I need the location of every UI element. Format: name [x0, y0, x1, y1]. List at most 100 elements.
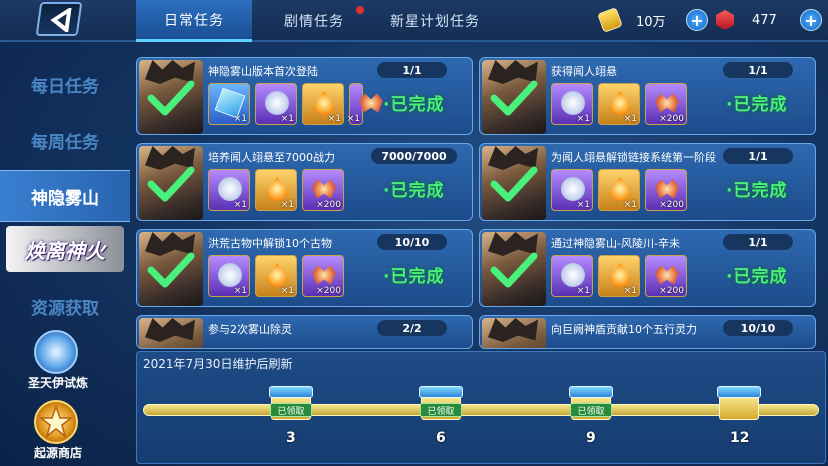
reward-item[interactable]: ×1: [208, 83, 250, 125]
reward-quantity: ×200: [659, 200, 684, 210]
reward-item[interactable]: ×1: [255, 169, 297, 211]
quest-card[interactable]: 神隐雾山版本首次登陆 1/1 ×1 ×1 ×1 ×1 ·已完成: [136, 57, 473, 135]
sidebar-item-shenyin[interactable]: 神隐雾山: [0, 170, 130, 222]
reward-item[interactable]: ×1: [551, 83, 593, 125]
notification-dot-icon: [356, 6, 364, 14]
gem-amount: 477: [752, 12, 777, 28]
trial-label: 圣天伊试炼: [27, 376, 88, 390]
back-button[interactable]: [35, 2, 83, 36]
checkmark-icon: [147, 252, 195, 288]
reward-item[interactable]: ×200: [302, 169, 344, 211]
reward-quantity: ×200: [316, 286, 341, 296]
sidebar-fire-label: 焕离神火: [25, 238, 105, 263]
sidebar-item-resources[interactable]: 资源获取: [0, 280, 130, 332]
add-gold-button[interactable]: +: [686, 9, 708, 31]
reward-item[interactable]: ×1: [598, 255, 640, 297]
reward-item[interactable]: ×1: [255, 83, 297, 125]
gem-currency: 477: [716, 6, 777, 34]
wing-icon: [655, 93, 679, 113]
flame-icon: [313, 91, 335, 115]
reward-item[interactable]: ×1: [346, 83, 383, 125]
quest-title: 洪荒古物中解锁10个古物: [208, 237, 332, 250]
reward-quantity: ×1: [346, 114, 360, 124]
refresh-date-text: 2021年7月30日维护后刷新: [143, 357, 293, 371]
hero-portrait: [482, 146, 546, 220]
flame-icon: [609, 91, 631, 115]
top-bar: 日常任务 剧情任务 新星计划任务 10万 + 477 +: [0, 0, 828, 42]
trial-icon[interactable]: [34, 330, 78, 374]
reward-item[interactable]: ×1: [598, 83, 640, 125]
checkmark-icon: [147, 166, 195, 202]
completed-status: ·已完成: [726, 181, 788, 201]
wing-icon: [655, 265, 679, 285]
tab-daily[interactable]: 日常任务: [136, 0, 252, 42]
hero-portrait: [139, 318, 203, 348]
quest-progress: 1/1: [377, 62, 447, 78]
reward-item[interactable]: ×1: [551, 169, 593, 211]
flame-icon: [266, 177, 288, 201]
quest-card[interactable]: 通过神隐雾山-风陵川-辛未 1/1 ×1 ×1 ×200 ·已完成: [479, 229, 816, 307]
sidebar-resources-label: 资源获取: [31, 298, 99, 319]
reward-quantity: ×1: [233, 286, 247, 296]
completed-status: ·已完成: [383, 95, 445, 115]
quest-progress: 2/2: [377, 320, 447, 336]
gold-amount: 10万: [636, 14, 666, 30]
quest-progress: 10/10: [377, 234, 447, 250]
quest-title: 为闻人翊悬解锁链接系统第一阶段: [551, 151, 716, 164]
reward-item[interactable]: ×1: [255, 255, 297, 297]
add-gem-button[interactable]: +: [800, 9, 822, 31]
sidebar-item-weekly[interactable]: 每周任务: [0, 114, 130, 166]
flower-icon: [265, 91, 289, 115]
gold-coin-icon: [597, 7, 623, 33]
claimed-badge: 已领取: [270, 403, 312, 417]
shop-icon[interactable]: [34, 400, 78, 444]
wing-icon: [359, 93, 383, 113]
tab-newstar-label: 新星计划任务: [390, 14, 480, 30]
completed-status: ·已完成: [726, 95, 788, 115]
reward-quantity: ×1: [280, 114, 294, 124]
quest-card[interactable]: 洪荒古物中解锁10个古物 10/10 ×1 ×1 ×200 ·已完成: [136, 229, 473, 307]
reward-item[interactable]: ×1: [598, 169, 640, 211]
reward-item[interactable]: ×200: [645, 169, 687, 211]
milestone-value: 12: [730, 430, 750, 446]
checkmark-icon: [490, 166, 538, 202]
quest-card[interactable]: 向巨阙神盾贡献10个五行灵力 10/10: [479, 315, 816, 349]
quest-card[interactable]: 培养闻人翊悬至7000战力 7000/7000 ×1 ×1 ×200 ·已完成: [136, 143, 473, 221]
shop-label: 起源商店: [33, 446, 82, 460]
reward-item[interactable]: ×200: [302, 255, 344, 297]
flower-icon: [218, 263, 242, 287]
reward-quantity: ×200: [659, 286, 684, 296]
reward-item[interactable]: ×1: [208, 169, 250, 211]
flame-icon: [609, 177, 631, 201]
reward-chest-icon[interactable]: [715, 386, 763, 422]
reward-quantity: ×1: [576, 200, 590, 210]
flame-icon: [266, 263, 288, 287]
reward-quantity: ×200: [659, 114, 684, 124]
tab-daily-label: 日常任务: [164, 12, 224, 29]
sidebar-item-fire[interactable]: 焕离神火: [6, 226, 124, 272]
quest-card[interactable]: 为闻人翊悬解锁链接系统第一阶段 1/1 ×1 ×1 ×200 ·已完成: [479, 143, 816, 221]
flower-icon: [561, 177, 585, 201]
star-icon: [38, 404, 74, 438]
reward-item[interactable]: ×200: [645, 255, 687, 297]
reward-quantity: ×1: [623, 114, 637, 124]
reward-quantity: ×1: [327, 114, 341, 124]
reward-item[interactable]: ×200: [645, 83, 687, 125]
quest-card[interactable]: 获得闻人翊悬 1/1 ×1 ×1 ×200 ·已完成: [479, 57, 816, 135]
quest-card[interactable]: 参与2次雾山除灵 2/2: [136, 315, 473, 349]
reward-item[interactable]: ×1: [208, 255, 250, 297]
reward-item[interactable]: ×1: [551, 255, 593, 297]
reward-quantity: ×1: [576, 286, 590, 296]
reward-item[interactable]: ×1: [302, 83, 344, 125]
wing-icon: [312, 265, 336, 285]
tab-story[interactable]: 剧情任务: [256, 0, 372, 42]
tab-newstar[interactable]: 新星计划任务: [376, 0, 494, 42]
quest-progress: 1/1: [723, 148, 793, 164]
reward-quantity: ×1: [233, 114, 247, 124]
flower-icon: [561, 263, 585, 287]
reward-quantity: ×1: [576, 114, 590, 124]
sidebar-item-daily[interactable]: 每日任务: [0, 58, 130, 110]
quest-progress: 7000/7000: [371, 148, 457, 164]
gold-currency: 10万: [597, 6, 666, 34]
flame-icon: [609, 263, 631, 287]
